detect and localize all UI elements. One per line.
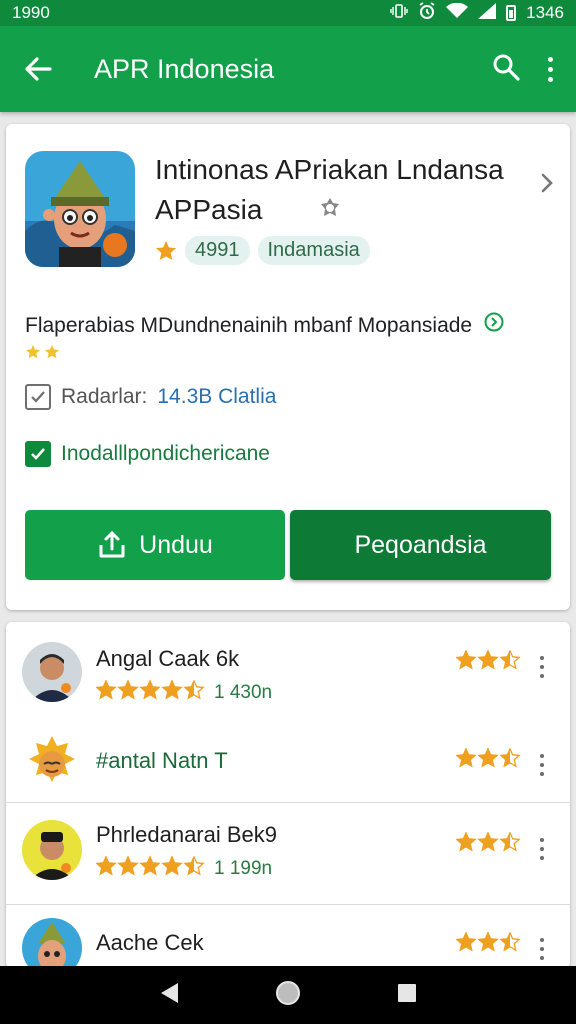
rating-value: 4991 xyxy=(185,236,250,265)
side-star-rating xyxy=(455,831,522,857)
download-button-label: Unduu xyxy=(139,530,213,559)
downloads-value: 14.3B Clatlia xyxy=(157,385,277,408)
description-stars xyxy=(25,342,61,365)
star-rating xyxy=(95,855,206,881)
star-icon xyxy=(455,747,477,768)
alarm-icon xyxy=(418,1,436,25)
reviewer-name: Phrledanarai Bek9 xyxy=(96,822,278,847)
avatar[interactable] xyxy=(22,820,82,880)
option-row[interactable]: Inodalllpondichericane xyxy=(25,441,270,467)
system-nav-bar xyxy=(0,966,576,1024)
status-bar: 1990 1346 xyxy=(0,0,576,26)
rating-row: 4991 Indamasia xyxy=(155,236,370,265)
battery-icon xyxy=(506,5,517,21)
avatar[interactable] xyxy=(22,918,82,968)
app-detail-card: Intinonas APriakan Lndansa APPasia 4991 … xyxy=(6,124,570,610)
more-vert-icon[interactable] xyxy=(534,754,550,776)
divider xyxy=(6,802,570,803)
reviews-list: Angal Caak 6k 1 430n #antal Natn T Phrle… xyxy=(6,622,570,968)
list-item[interactable]: Angal Caak 6k 1 430n xyxy=(6,622,570,722)
reviewer-name: Angal Caak 6k xyxy=(96,646,240,671)
back-nav-icon[interactable] xyxy=(158,981,180,1010)
more-vert-icon[interactable] xyxy=(534,938,550,960)
review-count: 1 199n xyxy=(214,857,273,879)
download-icon xyxy=(99,530,125,558)
signal-icon xyxy=(478,2,497,24)
star-icon xyxy=(117,855,139,876)
wifi-icon xyxy=(446,2,469,24)
star-icon xyxy=(95,855,117,876)
checkbox-checked[interactable] xyxy=(25,441,51,467)
star-icon xyxy=(477,747,499,768)
status-time: 1990 xyxy=(12,3,50,22)
star-icon xyxy=(161,855,183,876)
status-time-right: 1346 xyxy=(526,3,564,22)
home-nav-icon[interactable] xyxy=(275,980,301,1011)
review-count: 1 430n xyxy=(214,681,273,703)
star-icon xyxy=(139,855,161,876)
star-icon xyxy=(477,931,499,952)
side-star-rating xyxy=(455,931,522,957)
back-arrow-icon xyxy=(25,57,52,81)
more-vert-icon[interactable] xyxy=(534,838,550,860)
star-icon xyxy=(499,931,521,952)
search-button[interactable] xyxy=(492,53,520,86)
reviewer-name: Aache Cek xyxy=(96,930,204,955)
category-chip[interactable]: Indamasia xyxy=(257,236,370,265)
list-item[interactable]: Phrledanarai Bek9 1 199n xyxy=(6,806,570,906)
back-button[interactable] xyxy=(0,57,76,81)
star-icon xyxy=(499,831,521,852)
downloads-label: Radarlar: xyxy=(61,385,148,408)
star-rating xyxy=(95,679,206,705)
shield-badge-icon xyxy=(318,196,342,225)
star-icon xyxy=(455,931,477,952)
star-icon xyxy=(455,649,477,670)
star-icon xyxy=(183,855,205,876)
vibrate-icon xyxy=(390,3,408,23)
download-button[interactable]: Unduu xyxy=(25,510,285,580)
more-vert-icon[interactable] xyxy=(542,56,558,82)
list-item[interactable]: Aache Cek xyxy=(6,906,570,968)
star-icon xyxy=(455,831,477,852)
avatar[interactable] xyxy=(22,642,82,702)
divider xyxy=(6,904,570,905)
side-star-rating xyxy=(455,649,522,675)
review-stars-line: 1 430n xyxy=(95,679,273,705)
chevron-right-icon[interactable] xyxy=(540,172,554,199)
star-icon xyxy=(477,831,499,852)
star-icon xyxy=(155,240,177,260)
option-label: Inodalllpondichericane xyxy=(61,442,270,465)
downloads-row[interactable]: Radarlar: 14.3B Clatlia xyxy=(25,384,276,410)
side-star-rating xyxy=(455,747,522,773)
verified-icon xyxy=(484,312,504,340)
star-icon xyxy=(477,649,499,670)
star-icon xyxy=(139,679,161,700)
recents-nav-icon[interactable] xyxy=(396,982,418,1009)
star-icon xyxy=(183,679,205,700)
secondary-button-label: Peqoandsia xyxy=(354,530,487,559)
star-icon xyxy=(117,679,139,700)
secondary-button[interactable]: Peqoandsia xyxy=(290,510,551,580)
reviewer-name: #antal Natn T xyxy=(96,748,228,773)
star-icon xyxy=(499,747,521,768)
app-bar: APR Indonesia xyxy=(0,26,576,112)
app-bar-title: APR Indonesia xyxy=(94,53,275,84)
star-icon xyxy=(161,679,183,700)
star-icon xyxy=(499,649,521,670)
review-stars-line: 1 199n xyxy=(95,855,273,881)
more-vert-icon[interactable] xyxy=(534,656,550,678)
star-icon xyxy=(95,679,117,700)
checkbox-unchecked[interactable] xyxy=(25,384,51,410)
search-icon xyxy=(493,54,520,81)
avatar[interactable] xyxy=(22,734,82,794)
app-icon[interactable] xyxy=(25,151,135,267)
app-description: Flaperabias MDundnenainih mbanf Mopansia… xyxy=(25,312,545,368)
